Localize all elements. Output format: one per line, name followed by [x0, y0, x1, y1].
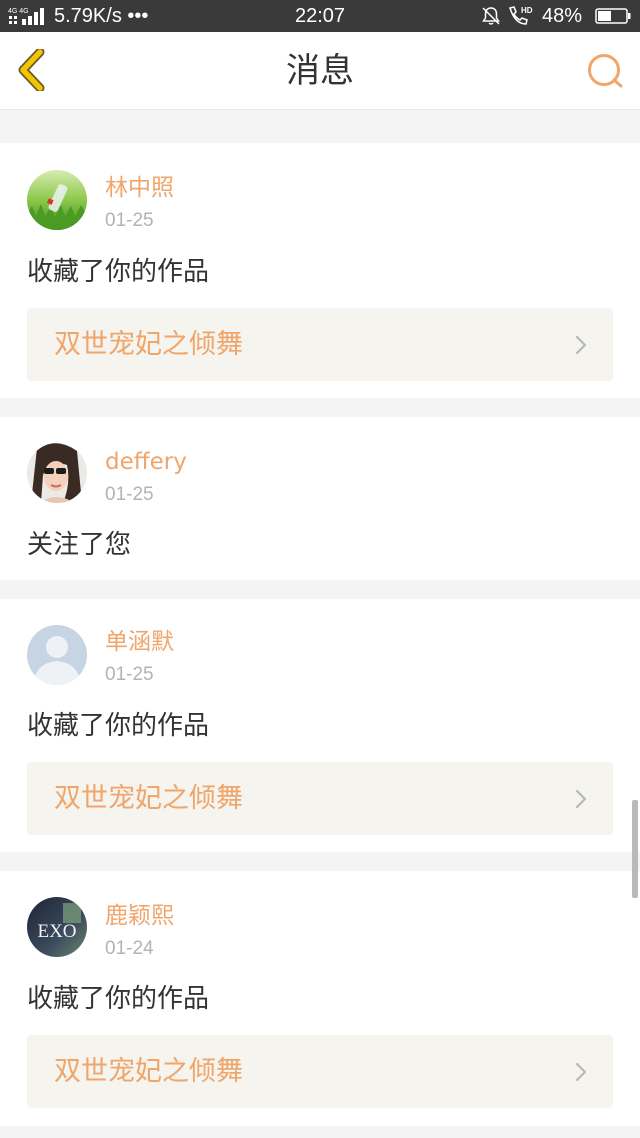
notification-date: 01-25	[105, 210, 154, 231]
chevron-right-icon	[575, 1062, 587, 1082]
username[interactable]: 单涵默	[105, 629, 174, 655]
username[interactable]: deffery	[105, 449, 187, 475]
exo-logo-avatar[interactable]: EXO	[27, 897, 87, 957]
work-title: 双世宠妃之倾舞	[54, 329, 243, 360]
username[interactable]: 林中照	[105, 175, 174, 201]
notification-date: 01-24	[105, 938, 154, 959]
chevron-right-icon	[575, 335, 587, 355]
work-title: 双世宠妃之倾舞	[54, 783, 243, 814]
avatar-text: EXO	[37, 921, 76, 942]
hd-call-icon: HD	[509, 6, 533, 25]
woman-sunglasses-avatar[interactable]	[27, 443, 87, 503]
search-icon[interactable]	[584, 50, 626, 92]
notification-card: 林中照 01-25 收藏了你的作品 双世宠妃之倾舞	[0, 143, 640, 398]
scrollbar[interactable]	[632, 800, 638, 898]
page-title: 消息	[286, 51, 354, 91]
work-link[interactable]: 双世宠妃之倾舞	[27, 308, 613, 381]
battery-percent: 48%	[542, 5, 583, 27]
notification-date: 01-25	[105, 664, 154, 685]
chevron-right-icon	[575, 789, 587, 809]
notification-card: deffery 01-25 关注了您	[0, 417, 640, 580]
work-title: 双世宠妃之倾舞	[54, 1056, 243, 1087]
status-bar: 4G 4G 5.79K/s ••• 22:07 HD 48%	[0, 0, 640, 32]
default-person-avatar[interactable]	[27, 625, 87, 685]
notification-action: 关注了您	[27, 530, 132, 560]
notification-date: 01-25	[105, 484, 154, 505]
battery-icon	[595, 8, 631, 24]
bottle-on-grass-avatar[interactable]	[27, 170, 87, 230]
notification-action: 收藏了你的作品	[27, 984, 210, 1014]
nav-header: 消息	[0, 32, 640, 110]
username[interactable]: 鹿颖熙	[105, 903, 174, 929]
notification-card: EXO 鹿颖熙 01-24 收藏了你的作品 双世宠妃之倾舞	[0, 871, 640, 1126]
bell-muted-icon	[482, 7, 500, 25]
work-link[interactable]: 双世宠妃之倾舞	[27, 762, 613, 835]
work-link[interactable]: 双世宠妃之倾舞	[27, 1035, 613, 1108]
svg-text:HD: HD	[521, 6, 533, 15]
notification-action: 收藏了你的作品	[27, 711, 210, 741]
notification-action: 收藏了你的作品	[27, 257, 210, 287]
notification-card: 单涵默 01-25 收藏了你的作品 双世宠妃之倾舞	[0, 599, 640, 852]
